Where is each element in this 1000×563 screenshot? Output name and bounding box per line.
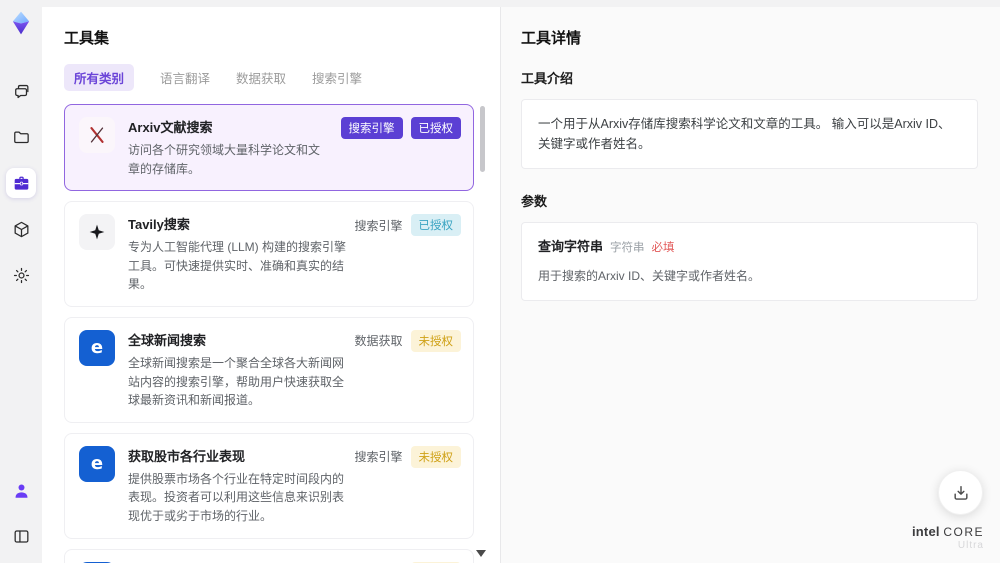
tool-list: Arxiv文献搜索 访问各个研究领域大量科学论文和文章的存储库。 搜索引擎 已授… [64,104,486,563]
tab-translation[interactable]: 语言翻译 [160,64,210,91]
intro-text-box: 一个用于从Arxiv存储库搜索科学论文和文章的工具。 输入可以是Arxiv ID… [521,99,978,169]
tool-description: 全球新闻搜索是一个聚合全球各大新闻网站内容的搜索引擎，帮助用户快速获取全球最新资… [128,355,345,408]
user-icon [15,483,27,498]
app-logo[interactable] [8,10,34,36]
tool-name: 全球新闻搜索 [128,332,207,348]
scrollbar-thumb[interactable] [480,106,485,172]
sidebar-item-panel-toggle[interactable] [6,521,36,551]
blue-e-icon: e [79,329,115,366]
blue-e-icon: e [79,445,115,482]
tool-description: 提供股票市场各个行业在特定时间段内的表现。投资者可以利用这些信息来识别表现优于或… [128,471,345,523]
brand-core: CORE [943,524,984,539]
page-title: 工具集 [64,30,110,47]
category-label: 搜索引擎 [354,450,403,465]
intro-heading: 工具介绍 [521,71,574,86]
sidebar-item-files[interactable] [6,122,36,152]
param-description: 用于搜索的Arxiv ID、关键字或作者姓名。 [538,268,761,283]
tool-card-arxiv[interactable]: Arxiv文献搜索 访问各个研究领域大量科学论文和文章的存储库。 搜索引擎 已授… [64,104,474,192]
tab-data-fetch[interactable]: 数据获取 [236,64,286,91]
panel-toggle-icon [14,529,28,543]
param-name: 查询字符串 [538,239,604,254]
folder-icon [13,130,29,143]
param-required-label: 必填 [651,242,675,254]
param-type: 字符串 [610,242,645,254]
tool-name: Arxiv文献搜索 [128,120,213,135]
tool-card-sector-performance[interactable]: e 获取股市各行业表现 提供股票市场各个行业在特定时间段内的表现。投资者可以利用… [64,432,474,539]
tool-card-active-stocks[interactable]: e 获取市场最活跃股票信息 提供当天交易量最高的股票列表。投资者可以利用这些信息… [64,548,474,563]
tavily-star-icon [79,214,115,251]
sidebar-item-account[interactable] [6,475,36,505]
tool-name: Tavily搜索 [128,217,190,233]
sidebar-item-settings[interactable] [6,260,36,290]
tool-name: 获取股市各行业表现 [128,448,246,464]
brand-ultra: Ultra [957,539,984,551]
status-badge: 未授权 [410,445,461,468]
param-box: 查询字符串 字符串 必填 用于搜索的Arxiv ID、关键字或作者姓名。 [521,222,978,301]
params-heading: 参数 [521,194,548,209]
arxiv-x-icon [79,117,115,153]
category-label: 数据获取 [354,334,403,349]
category-badge: 搜索引擎 [340,117,403,139]
tab-search-engine[interactable]: 搜索引擎 [312,64,362,91]
tool-detail-panel: 工具详情 工具介绍 一个用于从Arxiv存储库搜索科学论文和文章的工具。 输入可… [500,7,1000,563]
window-top-strip [42,0,1000,7]
intel-core-logo: intel CORE Ultra [911,523,984,551]
category-tabs: 所有类别 语言翻译 数据获取 搜索引擎 [64,64,486,91]
chat-icon [14,84,28,98]
status-badge: 已授权 [410,214,461,237]
sidebar-rail [0,0,42,563]
tool-description: 访问各个研究领域大量科学论文和文章的存储库。 [128,143,321,176]
detail-title: 工具详情 [521,30,582,47]
status-badge: 已授权 [410,117,461,139]
category-label: 搜索引擎 [354,218,403,233]
brand-intel: intel [911,523,940,539]
toolbox-icon [14,176,28,190]
tool-card-tavily[interactable]: Tavily搜索 专为人工智能代理 (LLM) 构建的搜索引擎工具。可快速提供实… [64,201,474,307]
tool-card-global-news[interactable]: e 全球新闻搜索 全球新闻搜索是一个聚合全球各大新闻网站内容的搜索引擎，帮助用户… [64,316,474,423]
tool-list-panel: 工具集 所有类别 语言翻译 数据获取 搜索引擎 Arxiv文献搜索 访问各个研究… [42,7,500,563]
gear-icon [13,267,29,283]
tool-description: 专为人工智能代理 (LLM) 构建的搜索引擎工具。可快速提供实时、准确和真实的结… [128,240,347,292]
sidebar-item-tools[interactable] [6,168,36,198]
download-icon [953,485,968,500]
app-window: 工具集 所有类别 语言翻译 数据获取 搜索引擎 Arxiv文献搜索 访问各个研究… [0,0,1000,563]
cube-icon [14,221,28,237]
sidebar-item-models[interactable] [6,214,36,244]
scroll-down-arrow-icon[interactable] [476,550,486,557]
sidebar-item-chat[interactable] [6,76,36,106]
tab-all-categories[interactable]: 所有类别 [64,64,135,91]
status-badge: 未授权 [410,329,461,352]
download-button[interactable] [938,470,983,515]
